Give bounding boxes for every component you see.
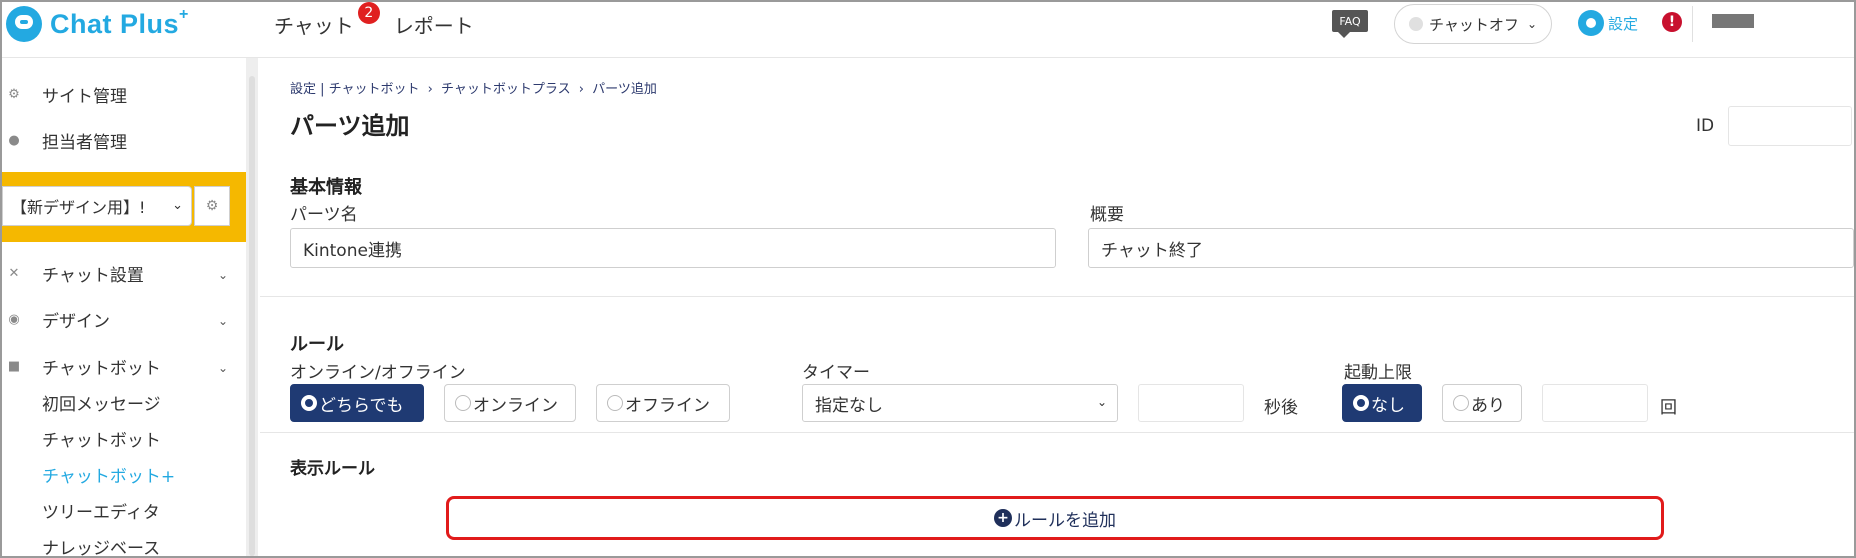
plus-circle-icon: + [994,509,1012,527]
header: Chat Plus+ チャット 2 レポート FAQ チャットオフ ⌄ 設定 ! [2,2,1854,58]
limit-unit-label: 回 [1660,398,1677,418]
chat-count-badge: 2 [357,2,380,24]
radio-unselected-icon [607,395,623,411]
chat-bubbles-icon: ■ [7,359,21,374]
radio-selected-icon [301,395,317,411]
chevron-down-icon[interactable]: ⌄ [218,361,228,375]
breadcrumb: 設定 | チャットボット › チャットボットプラス › パーツ追加 [290,78,661,97]
rule-title: ルール [290,334,344,355]
gear-icon: ⚙ [8,87,20,102]
summary-label: 概要 [1090,205,1124,225]
alert-icon[interactable]: ! [1662,12,1682,32]
radio-online-label: オンライン [473,395,558,416]
nav-chat-label: チャット [274,14,354,38]
app-frame: Chat Plus+ チャット 2 レポート FAQ チャットオフ ⌄ 設定 ! [0,0,1856,558]
id-label: ID [1696,116,1715,136]
chat-plus-logo-icon [6,6,42,42]
sidebar-item-label: デザイン [42,312,110,332]
sidebar-item-label: チャットボット [42,359,161,379]
status-dot-icon [1409,17,1423,31]
breadcrumb-separator: › [427,82,433,97]
chevron-down-icon: ⌄ [1096,395,1107,409]
gear-icon: ⚙ [205,198,219,214]
sidebar-item-chatbot[interactable]: ■ チャットボット [2,354,161,379]
timer-label: タイマー [802,363,870,383]
sidebar-item-label: チャット設置 [42,266,144,286]
radio-limit-none-label: なし [1371,395,1405,416]
sidebar-subitem-chatbot-plus[interactable]: チャットボット+ [42,462,175,487]
top-nav: チャット 2 レポート [274,2,474,41]
nav-report-label: レポート [393,14,474,38]
sidebar-item-site-management[interactable]: ⚙ サイト管理 [2,82,127,107]
sidebar-scrollbar-thumb[interactable] [249,76,255,556]
chevron-down-icon: ⌄ [172,198,183,213]
sidebar-subitem-first-message[interactable]: 初回メッセージ [42,390,161,415]
logo[interactable]: Chat Plus+ [6,6,189,42]
timer-select[interactable]: 指定なし ⌄ [802,384,1118,422]
brand-name: Chat Plus+ [50,5,189,39]
breadcrumb-chatbot-plus[interactable]: チャットボットプラス [441,82,571,97]
section-divider [260,432,1854,433]
limit-count-input[interactable] [1542,384,1648,422]
chat-status-label: チャットオフ [1429,15,1519,34]
tools-icon: ✕ [8,266,20,281]
main-content: 設定 | チャットボット › チャットボットプラス › パーツ追加 パーツ追加 … [260,58,1854,556]
radio-unselected-icon [1453,395,1469,411]
timer-select-value: 指定なし [815,395,883,416]
chevron-down-icon[interactable]: ⌄ [218,268,228,282]
radio-either[interactable]: どちらでも [290,384,424,422]
sidebar-subitem-tree-editor[interactable]: ツリーエディタ [42,498,160,523]
radio-limit-yes[interactable]: あり [1442,384,1522,422]
site-select[interactable]: 【新デザイン用】! ⌄ [2,186,192,226]
site-select-value: 【新デザイン用】! [11,198,146,217]
online-offline-label: オンライン/オフライン [290,363,466,383]
nav-chat[interactable]: チャット 2 [274,2,380,41]
radio-online[interactable]: オンライン [444,384,576,422]
radio-either-label: どちらでも [319,395,404,416]
id-field[interactable] [1728,106,1852,146]
radio-offline-label: オフライン [625,395,710,416]
settings-link[interactable]: 設定 [1578,10,1638,36]
chat-status-select[interactable]: チャットオフ ⌄ [1394,4,1552,44]
display-rule-title: 表示ルール [290,459,375,479]
sidebar: ⚙ サイト管理 ● 担当者管理 ✕ チャット設置 ⌄ ◉ デザイン ⌄ ■ チャ… [2,58,244,556]
radio-limit-none[interactable]: なし [1342,384,1422,422]
nav-report[interactable]: レポート [394,8,474,41]
sidebar-item-chat-setup[interactable]: ✕ チャット設置 [2,261,144,286]
users-icon: ● [8,133,20,148]
add-rule-button[interactable]: + ルールを追加 [446,496,1664,540]
sidebar-subitem-knowledge-base[interactable]: ナレッジベース [42,534,160,556]
sidebar-subitem-chatbot[interactable]: チャットボット [42,426,161,451]
header-divider [1692,6,1693,42]
gear-icon [1578,10,1604,36]
sidebar-item-label: 担当者管理 [42,133,127,153]
page-title: パーツ追加 [290,112,410,140]
radio-unselected-icon [455,395,471,411]
sidebar-item-design[interactable]: ◉ デザイン [2,307,110,332]
site-settings-button[interactable]: ⚙ [194,186,230,226]
sidebar-item-label: サイト管理 [42,87,127,107]
add-rule-label: ルールを追加 [1014,510,1116,531]
summary-input[interactable]: チャット終了 [1088,228,1854,268]
timer-unit-label: 秒後 [1264,398,1298,418]
breadcrumb-separator: › [578,82,584,97]
chevron-down-icon[interactable]: ⌄ [218,314,228,328]
settings-label: 設定 [1608,14,1639,33]
basic-info-title: 基本情報 [290,177,362,198]
breadcrumb-current: パーツ追加 [592,82,657,97]
user-menu[interactable] [1712,14,1754,28]
palette-icon: ◉ [8,312,20,327]
radio-limit-yes-label: あり [1471,395,1505,416]
launch-limit-label: 起動上限 [1344,363,1412,383]
section-divider [260,296,1854,297]
breadcrumb-settings-chatbot[interactable]: 設定 | チャットボット [290,82,420,97]
parts-name-label: パーツ名 [290,205,358,225]
faq-icon[interactable]: FAQ [1332,10,1368,38]
radio-selected-icon [1353,395,1369,411]
chevron-down-icon: ⌄ [1526,17,1537,31]
radio-offline[interactable]: オフライン [596,384,730,422]
parts-name-input[interactable]: Kintone連携 [290,228,1056,268]
sidebar-item-staff-management[interactable]: ● 担当者管理 [2,128,127,153]
timer-seconds-input[interactable] [1138,384,1244,422]
